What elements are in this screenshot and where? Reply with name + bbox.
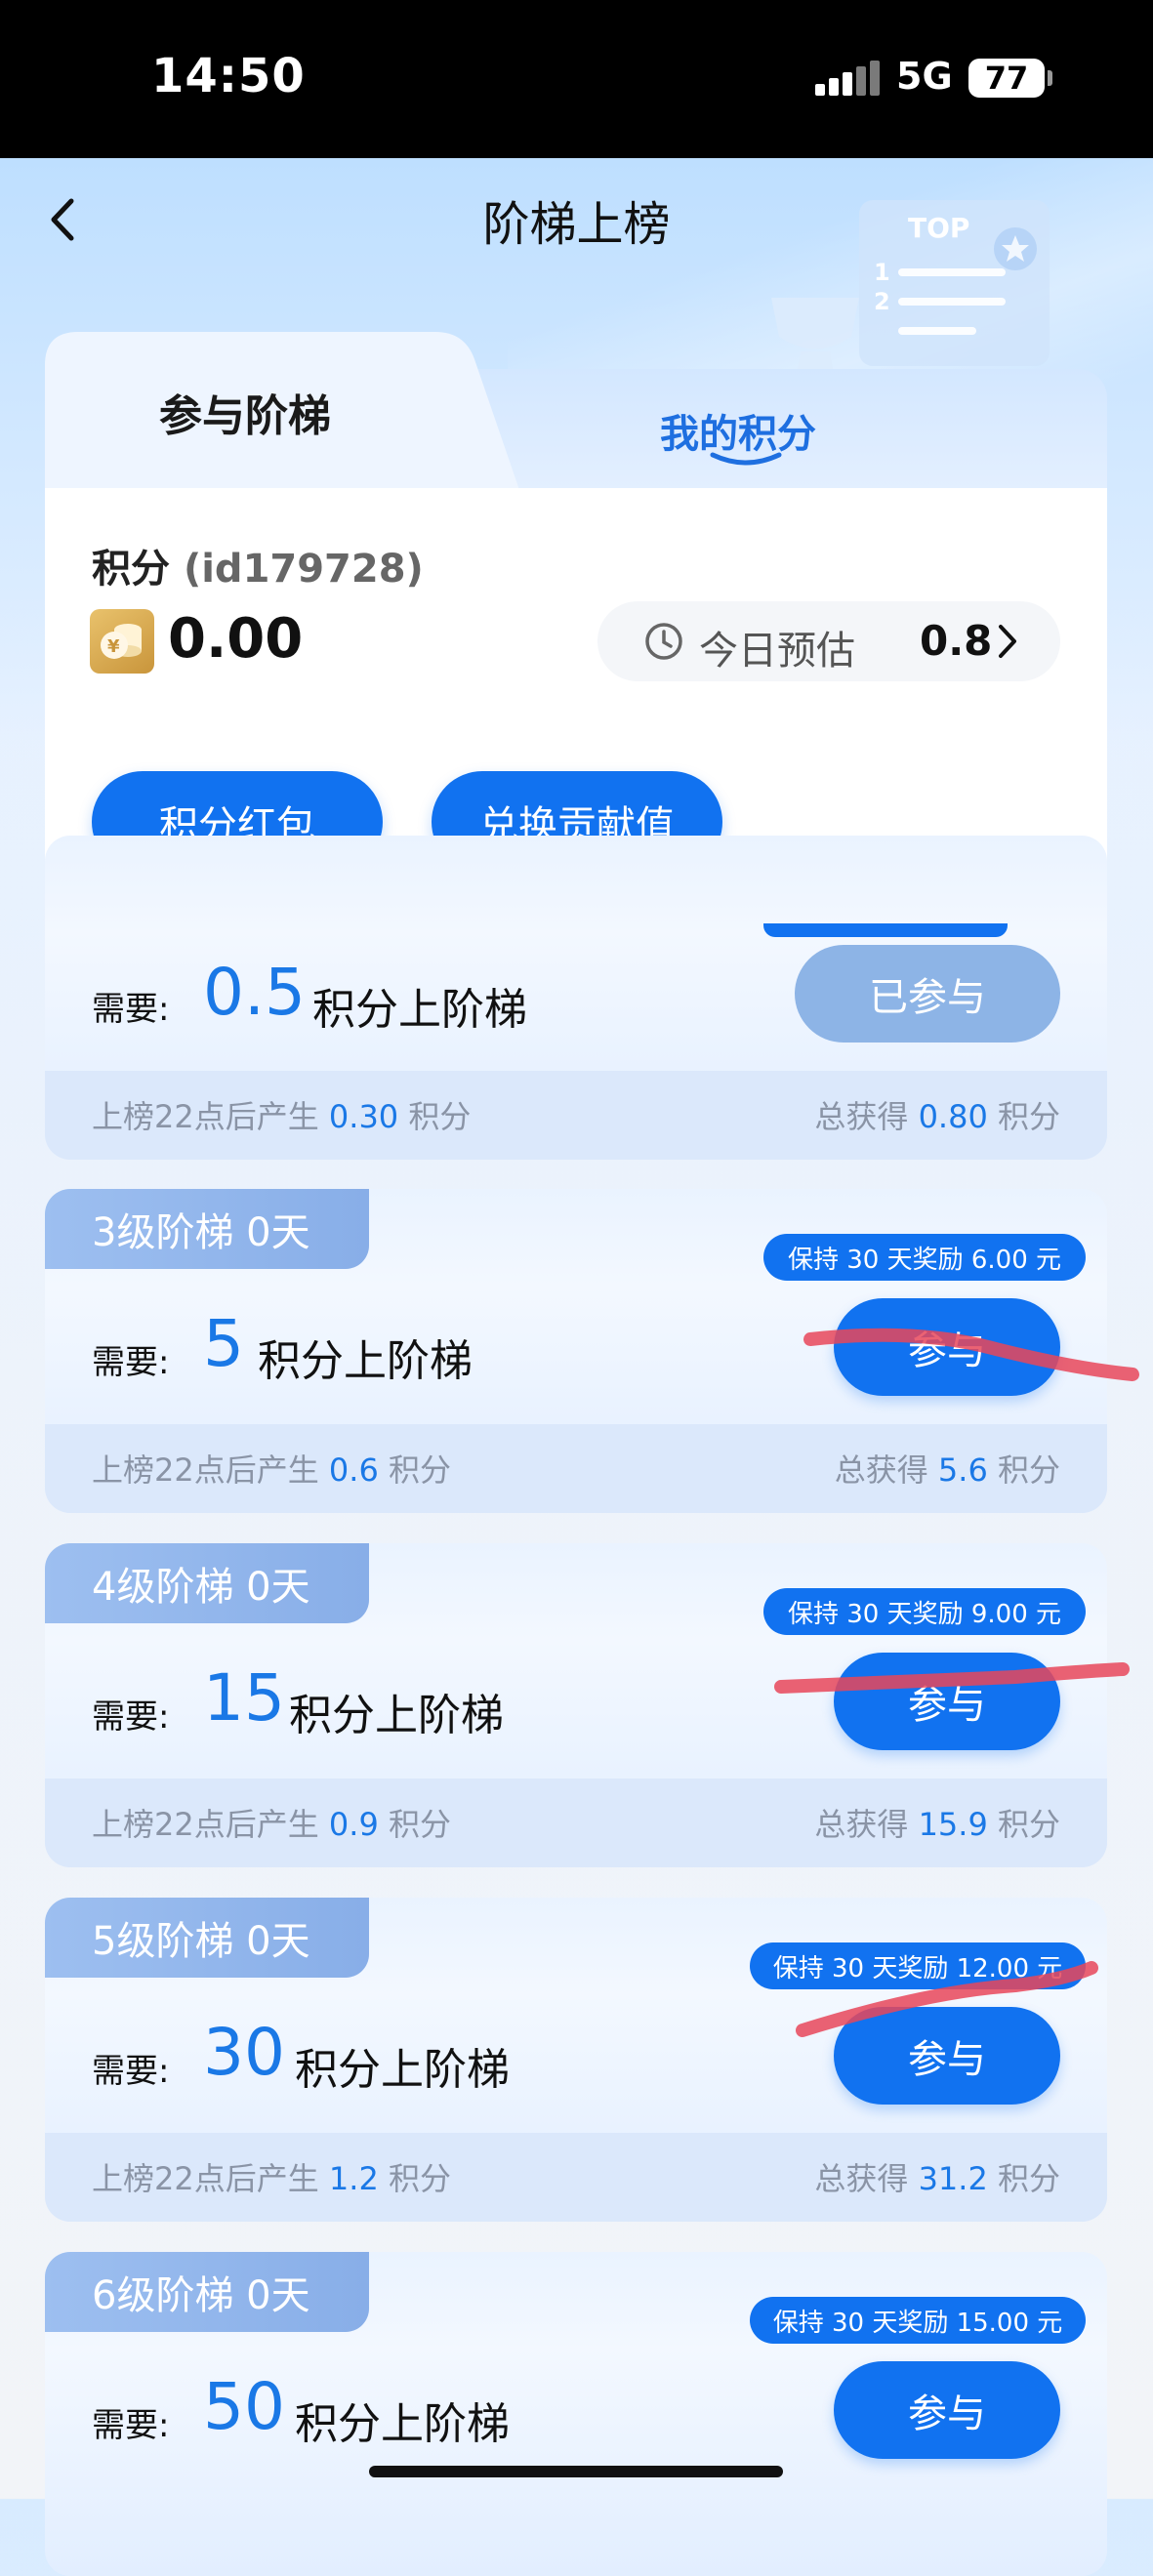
red-scribble-marks: [774, 1328, 1139, 2037]
home-indicator: [369, 2466, 783, 2477]
